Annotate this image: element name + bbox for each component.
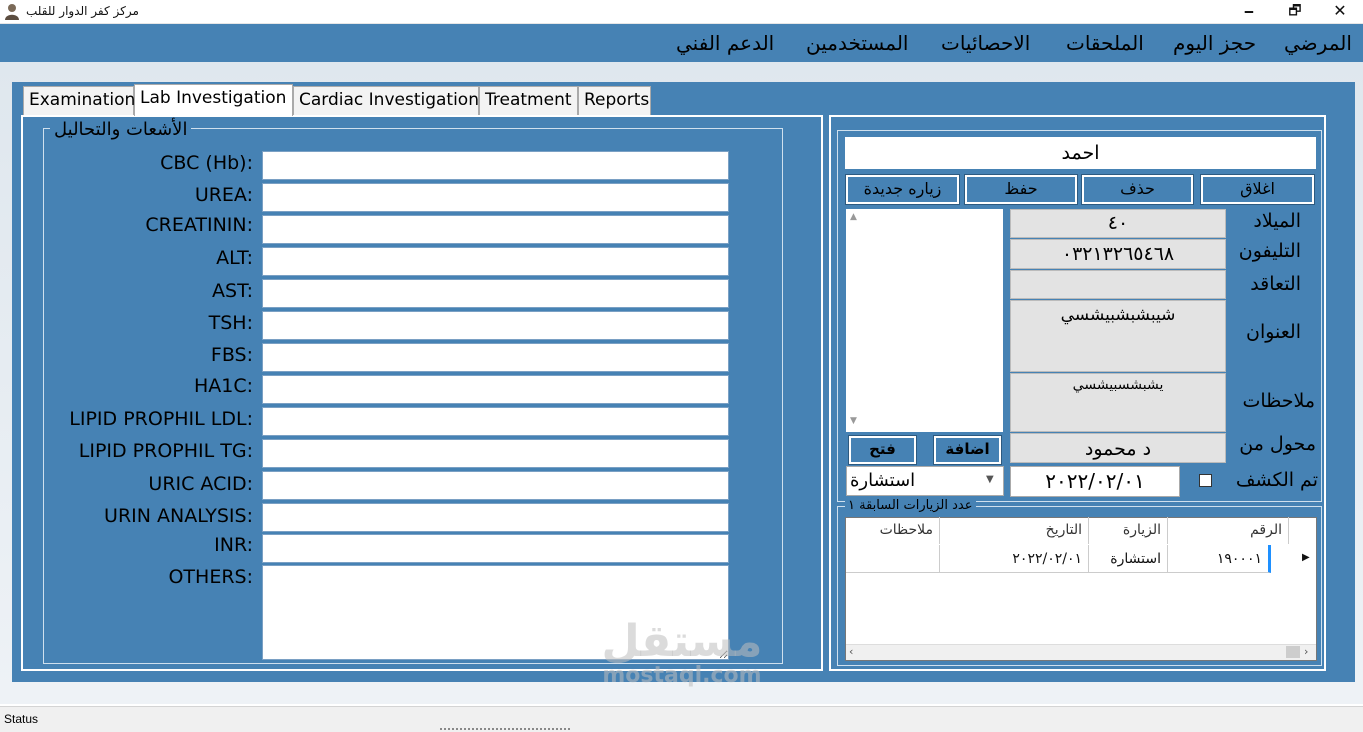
phone-field[interactable]: ٠٣٢١٣٢٦٥٤٦٨ — [1010, 239, 1226, 269]
save-button[interactable]: حفظ — [964, 174, 1078, 205]
row-selector-icon: ▶ — [1302, 552, 1310, 563]
col-header-visit[interactable]: الزيارة — [1089, 517, 1168, 544]
label-lipid-tg: LIPID PROPHIL TG: — [78, 440, 253, 462]
menu-today-bookings[interactable]: حجز اليوم — [1173, 31, 1256, 55]
label-address: العنوان — [1245, 321, 1301, 343]
label-alt: ALT: — [216, 247, 253, 269]
table-row-visit[interactable]: استشارة — [1089, 545, 1168, 573]
tab-treatment[interactable]: Treatment — [479, 86, 578, 115]
contract-field[interactable] — [1010, 270, 1226, 299]
menu-support[interactable]: الدعم الفني — [676, 31, 774, 55]
creatinin-input[interactable] — [262, 215, 729, 244]
status-text: Status — [4, 712, 39, 726]
status-grip — [440, 728, 570, 732]
open-button[interactable]: فتح — [848, 435, 917, 465]
label-uric-acid: URIC ACID: — [148, 473, 253, 495]
lab-group-title: الأشعات والتحاليل — [50, 119, 192, 140]
visit-type-select[interactable]: استشارة — [846, 466, 1004, 496]
address-field[interactable]: شيبشبشبيشسي — [1010, 300, 1226, 372]
label-lipid-ldl: LIPID PROPHIL LDL: — [69, 408, 253, 430]
patient-name-field[interactable]: احمد — [845, 137, 1316, 169]
label-ha1c: HA1C: — [193, 375, 253, 397]
watermark-url: mostaql.com — [602, 663, 762, 688]
birth-field[interactable]: ٤٠ — [1010, 209, 1226, 238]
label-tsh: TSH: — [208, 312, 253, 334]
label-referred-by: محول من — [1239, 433, 1316, 455]
col-header-date[interactable]: التاريخ — [940, 517, 1089, 544]
close-record-button[interactable]: اغلاق — [1200, 174, 1315, 205]
menu-users[interactable]: المستخدمين — [806, 31, 908, 55]
alt-input[interactable] — [262, 247, 729, 276]
scrollbar-thumb[interactable] — [1286, 646, 1300, 658]
scroll-left-icon[interactable]: ‹ — [849, 645, 853, 658]
lipid-tg-input[interactable] — [262, 439, 729, 468]
label-ast: AST: — [212, 280, 253, 302]
ast-input[interactable] — [262, 279, 729, 308]
window-title: مركز كفر الدوار للقلب — [26, 4, 139, 18]
scroll-up-icon[interactable]: ▲ — [850, 212, 857, 222]
horizontal-scrollbar[interactable] — [846, 644, 1316, 660]
minimize-button[interactable]: 🗕 — [1226, 0, 1272, 24]
cbc-input[interactable] — [262, 151, 729, 180]
referred-by-field[interactable]: د محمود — [1010, 433, 1226, 463]
maximize-button[interactable]: 🗗 — [1272, 0, 1318, 24]
delete-button[interactable]: حذف — [1081, 174, 1194, 205]
tab-reports[interactable]: Reports — [578, 86, 651, 115]
label-urin-analysis: URIN ANALYSIS: — [104, 505, 253, 527]
fbs-input[interactable] — [262, 343, 729, 372]
label-contract: التعاقد — [1250, 273, 1301, 295]
menu-patients[interactable]: المرضي — [1284, 31, 1352, 55]
label-phone: التليفون — [1238, 240, 1301, 262]
table-row-number[interactable]: ١٩٠٠٠١ — [1168, 545, 1271, 573]
label-examined: تم الكشف — [1235, 469, 1318, 491]
urin-analysis-input[interactable] — [262, 503, 729, 532]
tab-cardiac-investigation[interactable]: Cardiac Investigation — [293, 86, 479, 115]
col-header-number[interactable]: الرقم — [1168, 517, 1289, 544]
ha1c-input[interactable] — [262, 375, 729, 404]
table-row-notes[interactable] — [846, 545, 940, 573]
label-notes: ملاحظات — [1242, 390, 1315, 412]
title-bar: مركز كفر الدوار للقلب 🗕 🗗 ✕ — [0, 0, 1363, 24]
notes-list[interactable] — [846, 209, 1003, 432]
urea-input[interactable] — [262, 183, 729, 212]
watermark: مستقل mostaql.com — [597, 620, 767, 688]
examined-checkbox[interactable] — [1199, 474, 1212, 487]
status-bar: Status — [0, 706, 1363, 732]
label-others: OTHERS: — [168, 566, 253, 588]
label-urea: UREA: — [194, 184, 253, 206]
table-row-date[interactable]: ٢٠٢٢/٠٢/٠١ — [940, 545, 1089, 573]
new-visit-button[interactable]: زياره جديدة — [845, 174, 960, 205]
label-cbc: CBC (Hb): — [160, 152, 253, 174]
menu-accessories[interactable]: الملحقات — [1066, 31, 1144, 55]
label-creatinin: CREATININ: — [145, 214, 253, 236]
notes-field[interactable]: يشبشسبيشسي — [1010, 373, 1226, 432]
menu-statistics[interactable]: الاحصائيات — [941, 31, 1030, 55]
scroll-down-icon[interactable]: ▼ — [850, 416, 857, 426]
inr-input[interactable] — [262, 534, 729, 563]
menu-bar: المرضي حجز اليوم الملحقات الاحصائيات الم… — [0, 24, 1363, 62]
label-inr: INR: — [214, 534, 253, 556]
visits-count-label: عدد الزيارات السابقة ١ — [845, 498, 976, 513]
lipid-ldl-input[interactable] — [262, 407, 729, 436]
label-fbs: FBS: — [210, 344, 253, 366]
scroll-right-icon[interactable]: › — [1304, 645, 1308, 658]
tab-lab-investigation[interactable]: Lab Investigation — [134, 84, 293, 116]
label-birth: الميلاد — [1253, 210, 1301, 232]
add-button[interactable]: اضافة — [933, 435, 1002, 465]
chevron-down-icon[interactable]: ▼ — [986, 474, 994, 485]
user-icon — [5, 4, 19, 20]
tab-examination[interactable]: Examination — [23, 86, 135, 115]
tsh-input[interactable] — [262, 311, 729, 340]
watermark-arabic: مستقل — [601, 616, 763, 667]
uric-acid-input[interactable] — [262, 471, 729, 500]
col-header-notes[interactable]: ملاحظات — [846, 517, 940, 544]
visit-date-picker[interactable]: ٢٠٢٢/٠٢/٠١ — [1010, 466, 1180, 497]
close-window-button[interactable]: ✕ — [1317, 0, 1363, 24]
